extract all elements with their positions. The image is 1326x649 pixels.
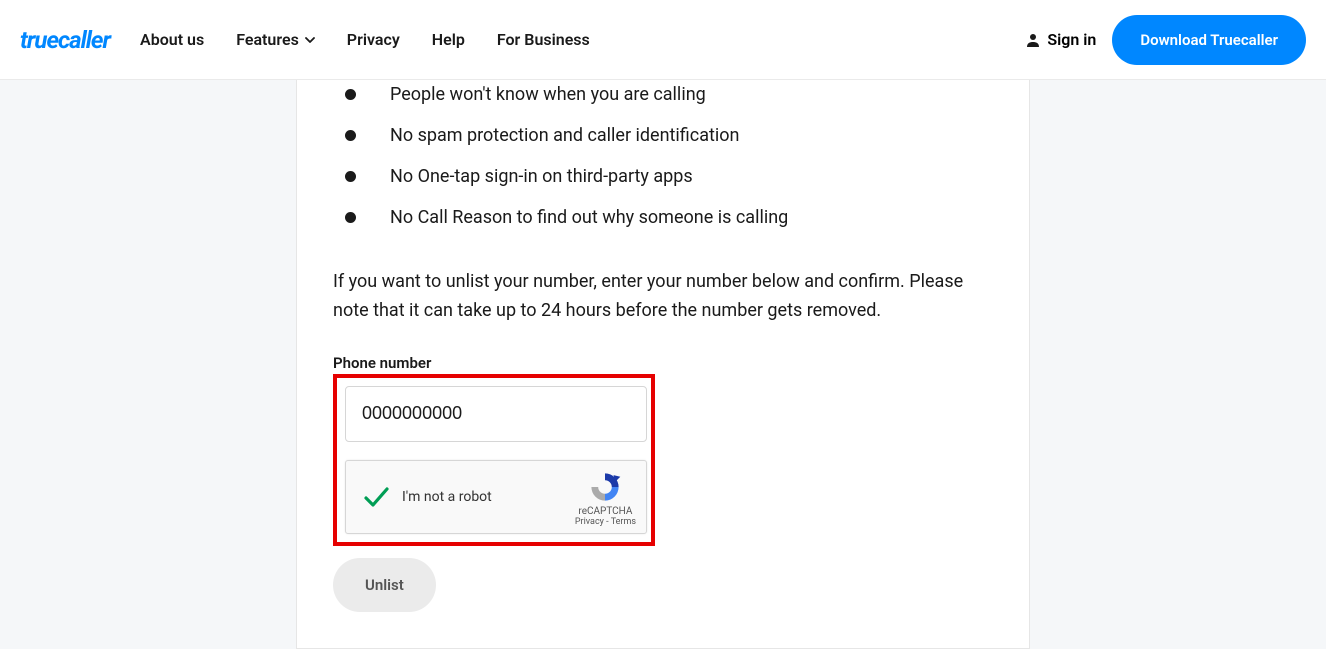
bullet-item: No Call Reason to find out why someone i… <box>333 207 993 228</box>
recaptcha-brand-text: reCAPTCHA <box>578 506 632 517</box>
bullet-dot-icon <box>345 130 356 141</box>
bullet-text: No spam protection and caller identifica… <box>390 125 739 146</box>
recaptcha-label: I'm not a robot <box>402 489 492 505</box>
phone-number-input[interactable] <box>345 386 647 442</box>
bullet-dot-icon <box>345 171 356 182</box>
sign-in-link[interactable]: Sign in <box>1025 30 1096 49</box>
nav-features[interactable]: Features <box>236 30 315 49</box>
unlist-card: People won't know when you are calling N… <box>296 80 1030 649</box>
bullet-item: People won't know when you are calling <box>333 84 993 105</box>
recaptcha-widget[interactable]: I'm not a robot reCAPTCHA Privacy - Term… <box>345 460 647 534</box>
recaptcha-privacy-link[interactable]: Privacy <box>575 517 604 527</box>
user-icon <box>1025 32 1041 48</box>
chevron-down-icon <box>305 35 315 45</box>
unlist-instructions: If you want to unlist your number, enter… <box>333 268 993 326</box>
recaptcha-branding: reCAPTCHA Privacy - Terms <box>575 466 636 527</box>
phone-number-label: Phone number <box>333 354 993 372</box>
top-nav-header: truecaller About us Features Privacy Hel… <box>0 0 1326 80</box>
bullet-item: No spam protection and caller identifica… <box>333 125 993 146</box>
content-area: People won't know when you are calling N… <box>0 80 1326 649</box>
bullet-item: No One-tap sign-in on third-party apps <box>333 166 993 187</box>
checkmark-icon <box>362 483 390 511</box>
truecaller-logo[interactable]: truecaller <box>20 26 110 54</box>
nav-features-label: Features <box>236 30 299 49</box>
bullet-text: People won't know when you are calling <box>390 84 706 105</box>
bullet-dot-icon <box>345 89 356 100</box>
main-nav: About us Features Privacy Help For Busin… <box>140 30 590 49</box>
nav-help[interactable]: Help <box>432 30 465 49</box>
highlight-box: I'm not a robot reCAPTCHA Privacy - Term… <box>333 374 655 546</box>
bullet-dot-icon <box>345 212 356 223</box>
bullet-text: No Call Reason to find out why someone i… <box>390 207 788 228</box>
unlist-button[interactable]: Unlist <box>333 558 436 612</box>
bullet-text: No One-tap sign-in on third-party apps <box>390 166 693 187</box>
download-truecaller-button[interactable]: Download Truecaller <box>1112 15 1306 65</box>
recaptcha-icon <box>588 470 622 504</box>
header-right: Sign in Download Truecaller <box>1025 15 1306 65</box>
sign-in-label: Sign in <box>1047 30 1096 49</box>
recaptcha-links: Privacy - Terms <box>575 517 636 527</box>
recaptcha-terms-link[interactable]: Terms <box>611 517 636 527</box>
nav-about-us[interactable]: About us <box>140 30 204 49</box>
nav-for-business[interactable]: For Business <box>497 30 590 49</box>
nav-privacy[interactable]: Privacy <box>347 30 400 49</box>
